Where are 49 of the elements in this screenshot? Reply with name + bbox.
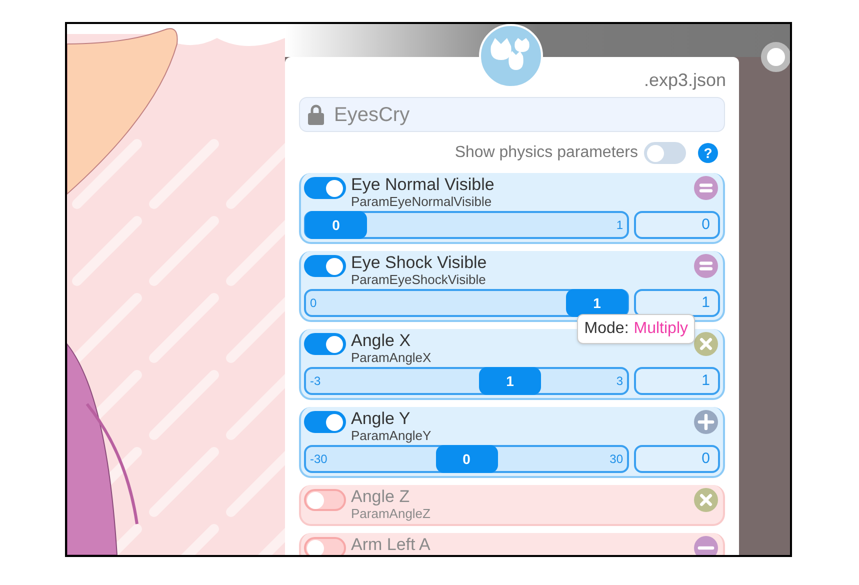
tooltip-value: Multiply [634, 319, 688, 339]
parameter-name: Angle Y [351, 409, 412, 428]
close-icon[interactable] [694, 488, 718, 512]
plus-icon[interactable] [694, 410, 718, 434]
physics-label: Show physics parameters [454, 143, 638, 163]
parameter-name: Arm Left A [351, 535, 432, 554]
scroll-handle[interactable] [761, 42, 790, 72]
value-field[interactable]: 0 [634, 211, 720, 239]
slider-thumb[interactable]: 1 [479, 367, 542, 395]
slider-track[interactable]: -30 0 30 [304, 445, 629, 473]
parameter-id: ParamAngleY [351, 428, 432, 443]
toggle-switch[interactable] [304, 255, 346, 277]
name-field[interactable]: EyesCry [299, 97, 725, 132]
slider-min-label: -30 [310, 451, 328, 468]
parameter-name: Eye Normal Visible [351, 175, 496, 194]
parameter-id: ParamAngleX [351, 350, 432, 365]
name-value: EyesCry [334, 102, 410, 128]
slider-track[interactable]: 0 1 [304, 289, 629, 317]
parameter-name: Angle Z [351, 487, 411, 506]
toggle-switch[interactable] [304, 177, 346, 199]
parameter-id: ParamEyeNormalVisible [351, 194, 493, 209]
parameter-id: ParamEyeShockVisible [351, 272, 487, 287]
file-suffix: .exp3.json [644, 71, 726, 89]
slider-track[interactable]: -3 1 3 [304, 367, 629, 395]
toggle-switch[interactable] [304, 333, 346, 355]
slider-max-label: 1 [616, 217, 623, 234]
equals-icon[interactable] [694, 254, 718, 278]
toggle-switch[interactable] [304, 537, 346, 555]
slider-min-label: -3 [310, 373, 321, 390]
slider-max-label: 3 [616, 373, 623, 390]
parameter-name: Angle X [351, 331, 412, 350]
value-field[interactable]: 1 [634, 289, 720, 317]
help-button[interactable]: ? [698, 143, 718, 163]
slider-thumb[interactable]: 0 [305, 211, 367, 239]
close-icon[interactable] [694, 332, 718, 356]
tooltip-label: Mode: [584, 319, 629, 339]
slider-min-label: 0 [310, 295, 317, 312]
value-field[interactable]: 0 [634, 445, 720, 473]
toggle-switch[interactable] [304, 411, 346, 433]
parameter-name: Eye Shock Visible [351, 253, 488, 272]
slider-max-label: 30 [610, 451, 623, 468]
minus-icon[interactable] [694, 536, 718, 555]
value-field[interactable]: 1 [634, 367, 720, 395]
slider-track[interactable]: 0 1 [304, 211, 629, 239]
toggle-switch[interactable] [304, 489, 346, 511]
slider-thumb[interactable]: 1 [566, 289, 628, 317]
parameter-id: ParamAngleZ [351, 506, 432, 521]
slider-thumb[interactable]: 0 [436, 445, 498, 473]
equals-icon[interactable] [694, 176, 718, 200]
